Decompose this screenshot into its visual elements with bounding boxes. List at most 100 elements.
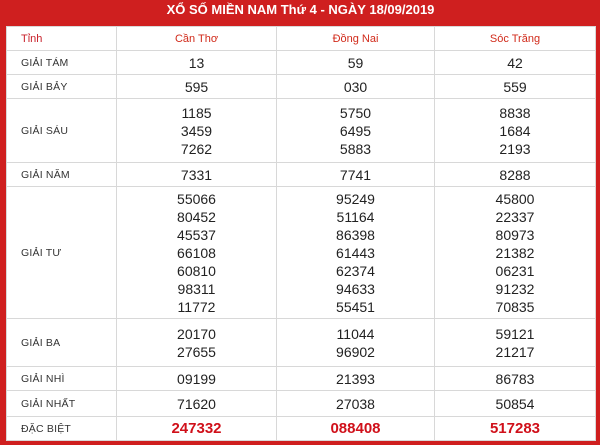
result-number: 80452: [177, 208, 216, 225]
result-cell-dong-nai: 27038: [276, 390, 435, 417]
result-number: 71620: [177, 395, 216, 412]
prize-row: GIẢI BA 20170 27655 11044 96902 59121 21217: [6, 318, 596, 367]
result-number: 517283: [489, 419, 541, 437]
result-number: 13: [188, 54, 205, 71]
results-title: XỔ SỐ MIỀN NAM Thứ 4 - NGÀY 18/09/2019: [166, 2, 435, 17]
result-cell-dong-nai: 59: [276, 50, 435, 75]
result-number: 09199: [177, 370, 216, 387]
result-number: 6495: [339, 122, 372, 139]
result-cell-dong-nai: 21393: [276, 366, 435, 391]
prize-name: GIẢI SÁU: [6, 98, 117, 163]
result-number: 45537: [177, 226, 216, 243]
result-number: 59: [347, 54, 364, 71]
result-cell-can-tho: 595: [116, 74, 277, 99]
header-row: Tỉnh Cần Thơ Đồng Nai Sóc Trăng: [6, 26, 596, 51]
prize-name: ĐẶC BIỆT: [6, 416, 117, 441]
result-number: 1185: [181, 104, 212, 121]
result-number: 21382: [495, 244, 535, 261]
result-cell-dong-nai: 030: [276, 74, 435, 99]
prize-name: GIẢI NĂM: [6, 162, 117, 187]
result-number: 61443: [336, 244, 375, 261]
result-cell-can-tho: 13: [116, 50, 277, 75]
result-number: 42: [507, 54, 523, 71]
prize-name: GIẢI NHÌ: [6, 366, 117, 391]
result-cell-soc-trang: 86783: [434, 366, 596, 391]
result-number: 22337: [495, 208, 535, 225]
result-cell-dong-nai: 5750 6495 5883: [276, 98, 435, 163]
result-number: 559: [503, 78, 527, 95]
result-cell-can-tho: 71620: [116, 390, 277, 417]
result-number: 21393: [336, 370, 375, 387]
prize-row: GIẢI NĂM 7331 7741 8288: [6, 162, 596, 187]
result-cell-soc-trang: 8838 1684 2193: [434, 98, 596, 163]
result-cell-can-tho: 247332: [116, 416, 277, 441]
result-number: 51164: [336, 208, 375, 225]
result-cell-soc-trang: 45800 22337 80973 21382 06231 91232 70835: [434, 186, 596, 319]
result-number: 86398: [336, 226, 375, 243]
prize-name: GIẢI NHẤT: [6, 390, 117, 417]
prize-name: GIẢI TƯ: [6, 186, 117, 319]
result-cell-dong-nai: 11044 96902: [276, 318, 435, 367]
result-cell-dong-nai: 088408: [276, 416, 435, 441]
province-soc-trang[interactable]: Sóc Trăng: [434, 26, 596, 51]
result-number: 8838: [499, 104, 531, 121]
result-number: 2193: [499, 140, 531, 157]
result-cell-soc-trang: 8288: [434, 162, 596, 187]
result-number: 60810: [177, 262, 216, 279]
result-cell-can-tho: 55066 80452 45537 66108 60810 98311 11772: [116, 186, 277, 319]
province-can-tho[interactable]: Cần Thơ: [116, 26, 277, 51]
result-number: 66108: [177, 244, 216, 261]
result-number: 55066: [177, 190, 216, 207]
result-number: 86783: [495, 370, 535, 387]
result-number: 80973: [495, 226, 535, 243]
result-cell-can-tho: 09199: [116, 366, 277, 391]
result-number: 11772: [177, 298, 216, 315]
prize-row: GIẢI TƯ 55066 80452 45537 66108 60810 98311 117…: [6, 186, 596, 319]
result-number: 088408: [330, 419, 381, 437]
result-cell-soc-trang: 50854: [434, 390, 596, 417]
prize-row: GIẢI SÁU 1185 3459 7262 5750 6495 5883 8838 1684…: [6, 98, 596, 163]
result-number: 50854: [495, 395, 535, 412]
result-cell-soc-trang: 59121 21217: [434, 318, 596, 367]
result-number: 96902: [336, 343, 375, 360]
result-number: 5883: [339, 140, 372, 157]
result-cell-soc-trang: 517283: [434, 416, 596, 441]
result-number: 7741: [339, 166, 372, 183]
result-number: 20170: [177, 325, 216, 342]
result-number: 595: [184, 78, 209, 95]
result-number: 94633: [336, 280, 375, 297]
result-number: 91232: [495, 280, 535, 297]
result-number: 06231: [495, 262, 535, 279]
result-number: 45800: [495, 190, 535, 207]
result-number: 7331: [180, 166, 213, 183]
prize-name: GIẢI BẢY: [6, 74, 117, 99]
prize-name: GIẢI BA: [6, 318, 117, 367]
prize-row: GIẢI NHÌ 09199 21393 86783: [6, 366, 596, 391]
result-number: 55451: [336, 298, 375, 315]
result-cell-dong-nai: 7741: [276, 162, 435, 187]
result-cell-dong-nai: 95249 51164 86398 61443 62374 94633 55451: [276, 186, 435, 319]
result-number: 95249: [336, 190, 375, 207]
result-number: 11044: [336, 325, 375, 342]
result-number: 247332: [171, 419, 222, 437]
result-number: 27038: [336, 395, 375, 412]
result-number: 70835: [495, 298, 535, 315]
result-number: 59121: [495, 325, 535, 342]
result-cell-soc-trang: 559: [434, 74, 596, 99]
result-number: 7262: [180, 140, 213, 157]
result-number: 27655: [177, 343, 216, 360]
result-number: 8288: [499, 166, 531, 183]
result-number: 030: [343, 78, 368, 95]
prize-row: ĐẶC BIỆT 247332 088408 517283: [6, 416, 596, 441]
province-dong-nai[interactable]: Đồng Nai: [276, 26, 435, 51]
result-number: 21217: [495, 343, 535, 360]
result-number: 5750: [339, 104, 372, 121]
result-cell-can-tho: 7331: [116, 162, 277, 187]
result-number: 1684: [499, 122, 531, 139]
prize-row: GIẢI TÁM 13 59 42: [6, 50, 596, 75]
results-table: Tỉnh Cần Thơ Đồng Nai Sóc Trăng GIẢI TÁM…: [6, 26, 596, 441]
result-cell-soc-trang: 42: [434, 50, 596, 75]
result-cell-can-tho: 20170 27655: [116, 318, 277, 367]
prize-row: GIẢI BẢY 595 030 559: [6, 74, 596, 99]
province-header-label: Tỉnh: [6, 26, 117, 51]
